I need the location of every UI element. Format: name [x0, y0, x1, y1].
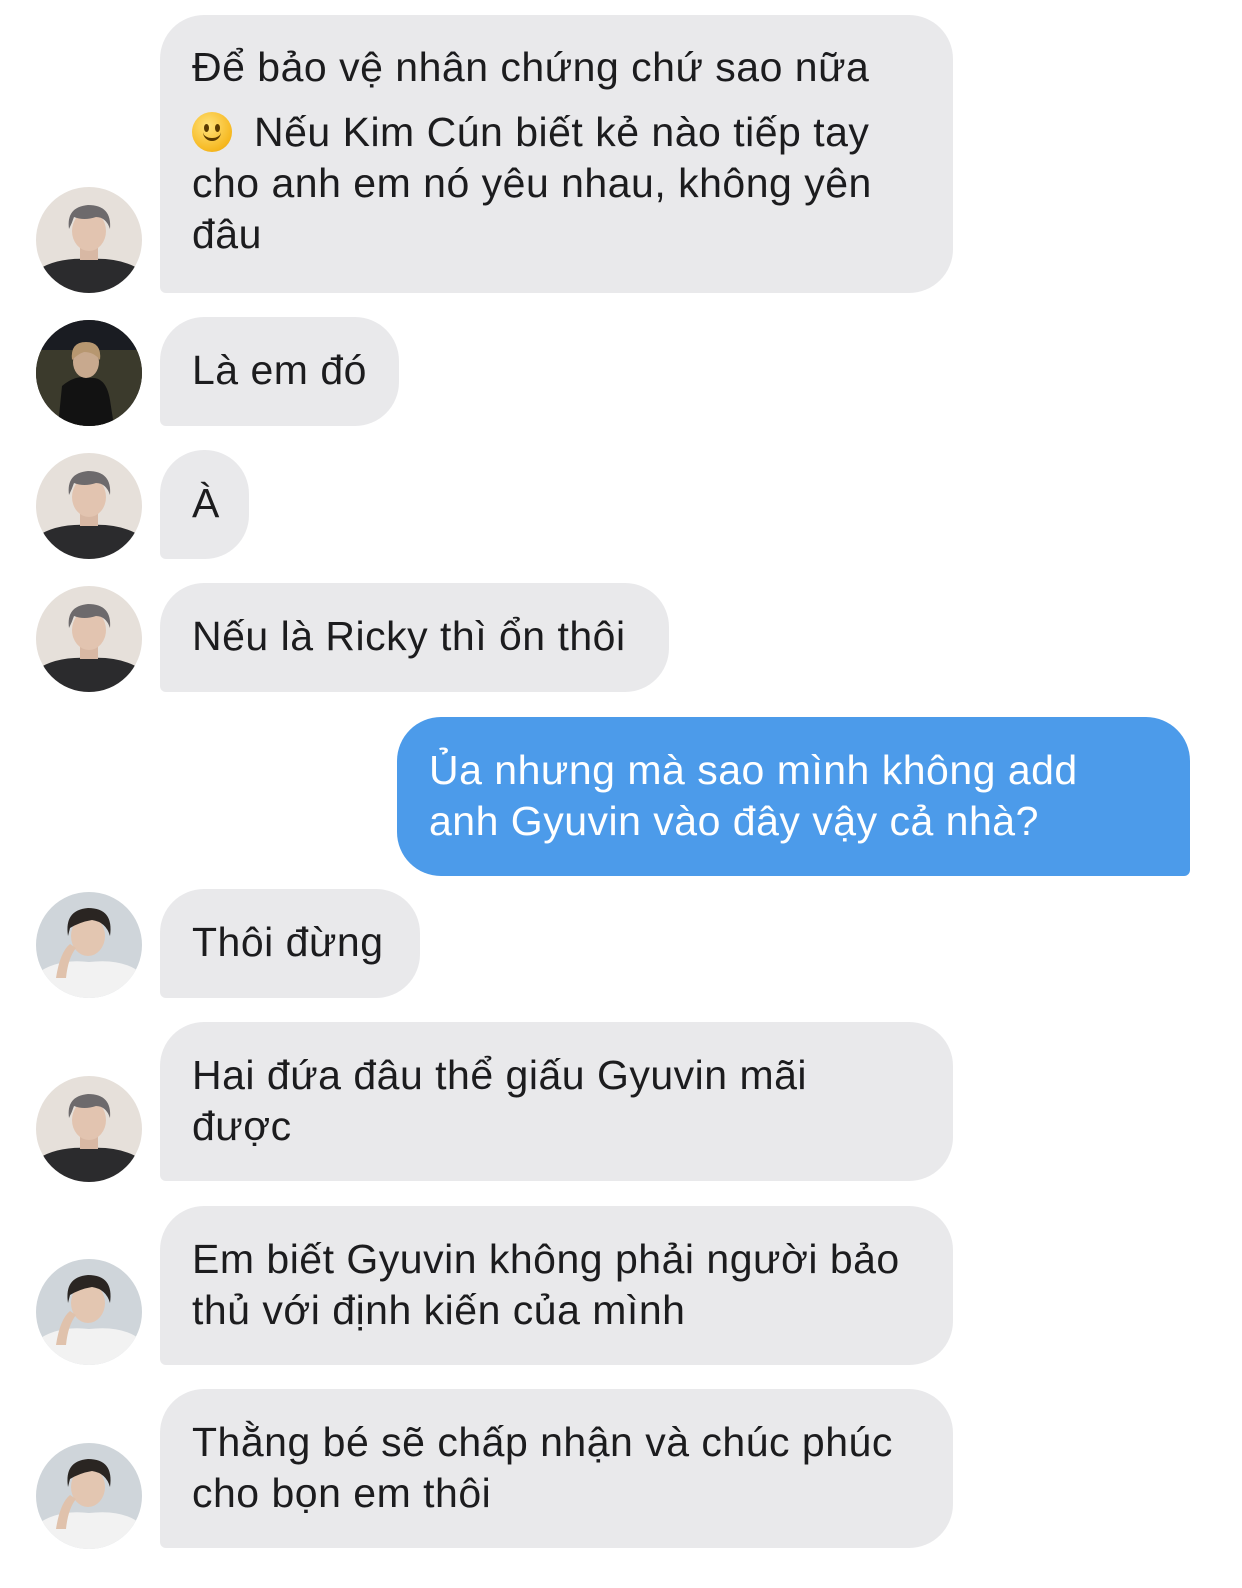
avatar-image [36, 586, 142, 692]
avatar-image [36, 320, 142, 426]
message-text: Để bảo vệ nhân chứng chứ sao nữa [192, 44, 870, 90]
message-text: Em biết Gyuvin không phải người bảo thủ … [192, 1236, 900, 1333]
message-text: À [192, 480, 220, 526]
avatar[interactable] [36, 1259, 142, 1365]
avatar[interactable] [36, 320, 142, 426]
avatar[interactable] [36, 187, 142, 293]
message-text: Nếu là Ricky thì ổn thôi [192, 613, 626, 659]
message-text: Thôi đừng [192, 919, 384, 965]
message-bubble[interactable]: À [160, 450, 249, 559]
message-bubble[interactable]: Em biết Gyuvin không phải người bảo thủ … [160, 1206, 953, 1365]
message-text: Là em đó [192, 347, 367, 393]
message-bubble[interactable]: Thôi đừng [160, 889, 420, 998]
message-text: Thằng bé sẽ chấp nhận và chúc phúc cho b… [192, 1419, 893, 1516]
avatar-image [36, 1259, 142, 1365]
message-text: Ủa nhưng mà sao mình không add anh Gyuvi… [429, 747, 1078, 844]
avatar-image [36, 453, 142, 559]
avatar-image [36, 187, 142, 293]
message-bubble[interactable]: Hai đứa đâu thể giấu Gyuvin mãi được [160, 1022, 953, 1181]
avatar-image [36, 1443, 142, 1549]
outgoing-message-bubble[interactable]: Ủa nhưng mà sao mình không add anh Gyuvi… [397, 717, 1190, 876]
avatar-image [36, 892, 142, 998]
avatar[interactable] [36, 1076, 142, 1182]
message-bubble[interactable]: Nếu là Ricky thì ổn thôi [160, 583, 669, 692]
message-text-continued: Nếu Kim Cún biết kẻ nào tiếp tay cho anh… [192, 109, 872, 257]
message-bubble[interactable]: Để bảo vệ nhân chứng chứ sao nữa Nếu Kim… [160, 15, 953, 293]
avatar[interactable] [36, 1443, 142, 1549]
message-bubble[interactable]: Thằng bé sẽ chấp nhận và chúc phúc cho b… [160, 1389, 953, 1548]
avatar[interactable] [36, 453, 142, 559]
message-bubble[interactable]: Là em đó [160, 317, 399, 426]
slightly-smiling-face-icon [192, 112, 232, 152]
avatar[interactable] [36, 892, 142, 998]
avatar-image [36, 1076, 142, 1182]
message-text: Nếu Kim Cún biết kẻ nào tiếp tay cho anh… [192, 107, 921, 260]
avatar[interactable] [36, 586, 142, 692]
message-text: Hai đứa đâu thể giấu Gyuvin mãi được [192, 1052, 808, 1149]
